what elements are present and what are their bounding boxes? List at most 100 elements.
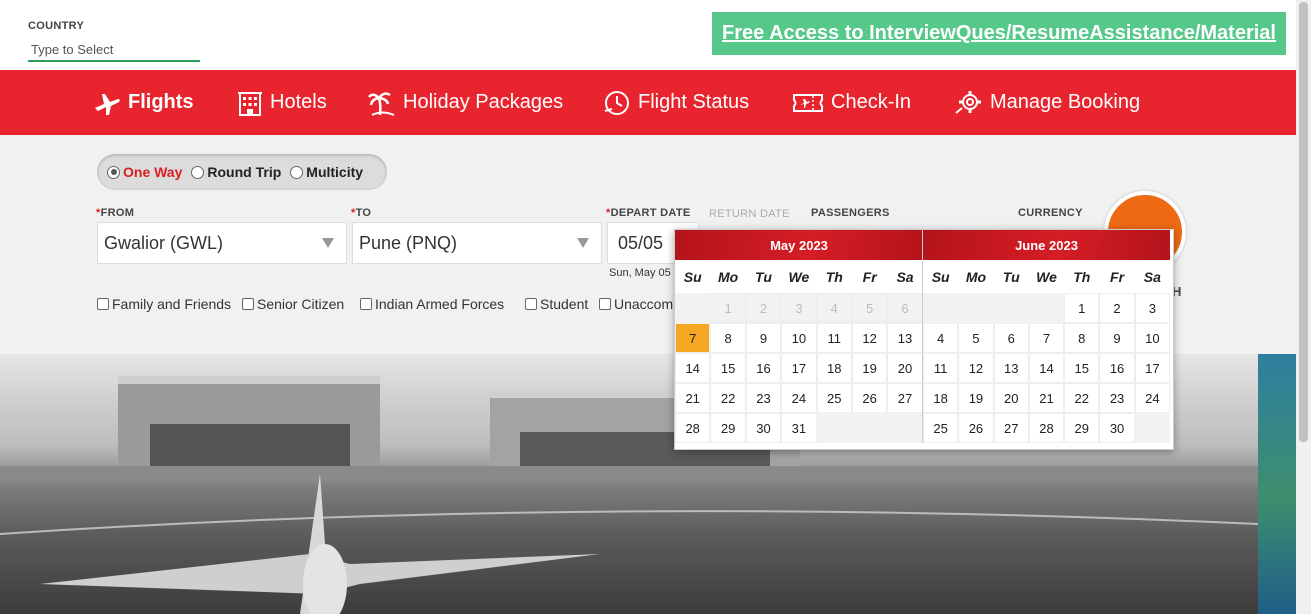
- calendar-day[interactable]: 21: [1028, 383, 1065, 413]
- nav-hotels[interactable]: Hotels: [237, 70, 327, 135]
- calendar-day[interactable]: 12: [958, 353, 994, 383]
- calendar-day[interactable]: 28: [1028, 413, 1065, 443]
- nav-flights[interactable]: Flights: [93, 70, 194, 135]
- calendar-day[interactable]: 29: [710, 413, 746, 443]
- calendar-day[interactable]: 21: [675, 383, 711, 413]
- weekday-label: Tu: [1002, 268, 1020, 285]
- calendar-day[interactable]: 24: [1134, 383, 1170, 413]
- page-scrollbar[interactable]: [1296, 0, 1311, 614]
- calendar-day[interactable]: 4: [923, 323, 959, 353]
- country-input[interactable]: [28, 38, 200, 62]
- calendar-day[interactable]: 15: [1064, 353, 1100, 383]
- calendar-day[interactable]: 11: [923, 353, 959, 383]
- calendar-month-may: May 2023 Su Mo Tu We Th Fr Sa 1 2 3 4 5 6 7 8 9 10 11 12 1…: [675, 230, 923, 443]
- calendar-day[interactable]: 30: [1099, 413, 1135, 443]
- calendar-day[interactable]: 12: [851, 323, 888, 353]
- calendar-day[interactable]: 19: [851, 353, 888, 383]
- check-student-label: Student: [540, 296, 589, 312]
- calendar-day[interactable]: 20: [993, 383, 1029, 413]
- calendar-day[interactable]: 22: [710, 383, 746, 413]
- weekday-label: Sa: [1143, 268, 1161, 285]
- scrollbar-thumb[interactable]: [1299, 2, 1308, 442]
- calendar-day[interactable]: 9: [745, 323, 782, 353]
- nav-label: Hotels: [270, 91, 327, 113]
- nav-holiday-packages[interactable]: Holiday Packages: [368, 70, 563, 135]
- calendar-day[interactable]: 25: [923, 413, 959, 443]
- calendar-day[interactable]: 14: [675, 353, 711, 383]
- trip-multicity[interactable]: Multicity: [290, 164, 363, 180]
- calendar-empty-cell: [958, 293, 994, 323]
- calendar-day[interactable]: 26: [851, 383, 888, 413]
- calendar-day[interactable]: 8: [710, 323, 746, 353]
- calendar-day[interactable]: 30: [745, 413, 782, 443]
- calendar-day[interactable]: 29: [1064, 413, 1100, 443]
- calendar-day[interactable]: 15: [710, 353, 746, 383]
- check-student[interactable]: Student: [525, 296, 588, 312]
- calendar-week: 28 29 30 31: [675, 413, 923, 443]
- trip-round-trip[interactable]: Round Trip: [191, 164, 281, 180]
- trip-one-way[interactable]: One Way: [107, 164, 182, 180]
- calendar-day[interactable]: 28: [675, 413, 711, 443]
- radio-icon: [290, 165, 304, 179]
- calendar-day[interactable]: 2: [1099, 293, 1135, 323]
- nav-label: Flight Status: [638, 91, 750, 113]
- calendar-day[interactable]: 20: [887, 353, 923, 383]
- nav-check-in[interactable]: Check-In: [792, 70, 911, 135]
- nav-label: Holiday Packages: [403, 91, 564, 113]
- calendar-day[interactable]: 26: [958, 413, 994, 443]
- check-senior-label: Senior Citizen: [257, 296, 345, 312]
- calendar-empty-cell: [816, 413, 852, 443]
- calendar-day[interactable]: 16: [1099, 353, 1135, 383]
- promo-link[interactable]: Free Access to InterviewQues/ResumeAssis…: [722, 22, 1276, 45]
- calendar-day[interactable]: 23: [745, 383, 782, 413]
- weekday-label: Th: [825, 268, 843, 285]
- calendar-day[interactable]: 3: [1134, 293, 1170, 323]
- calendar-day[interactable]: 19: [958, 383, 994, 413]
- calendar-day[interactable]: 6: [993, 323, 1029, 353]
- calendar-day[interactable]: 10: [1134, 323, 1170, 353]
- calendar-day[interactable]: 27: [993, 413, 1029, 443]
- calendar-day[interactable]: 31: [781, 413, 817, 443]
- from-select[interactable]: Gwalior (GWL): [97, 222, 347, 264]
- return-label: RETURN DATE: [709, 208, 790, 220]
- calendar-day[interactable]: 11: [816, 323, 852, 353]
- check-senior-citizen[interactable]: Senior Citizen: [242, 296, 344, 312]
- calendar-day[interactable]: 13: [993, 353, 1029, 383]
- calendar-day[interactable]: 18: [923, 383, 959, 413]
- calendar-day[interactable]: 23: [1099, 383, 1135, 413]
- calendar-week: 25 26 27 28 29 30: [923, 413, 1170, 443]
- calendar-day[interactable]: 5: [958, 323, 994, 353]
- calendar-empty-cell: [1028, 293, 1065, 323]
- calendar-day[interactable]: 10: [781, 323, 817, 353]
- calendar-day[interactable]: 16: [745, 353, 782, 383]
- check-family-friends[interactable]: Family and Friends: [97, 296, 231, 312]
- calendar-day[interactable]: 24: [781, 383, 817, 413]
- calendar-week: 4 5 6 7 8 9 10: [923, 323, 1170, 353]
- weekday-label: Su: [683, 268, 702, 285]
- calendar-day[interactable]: 14: [1028, 353, 1065, 383]
- calendar-day-today[interactable]: 7: [675, 323, 711, 353]
- calendar-day[interactable]: 17: [781, 353, 817, 383]
- calendar-day[interactable]: 1: [1064, 293, 1100, 323]
- calendar-empty-cell: [851, 413, 888, 443]
- calendar-day-disabled: 1: [710, 293, 746, 323]
- calendar-day[interactable]: 8: [1064, 323, 1100, 353]
- nav-manage-booking[interactable]: Manage Booking: [955, 70, 1140, 135]
- promo-banner[interactable]: Free Access to InterviewQues/ResumeAssis…: [712, 12, 1286, 55]
- calendar-day[interactable]: 27: [887, 383, 923, 413]
- calendar-day[interactable]: 18: [816, 353, 852, 383]
- calendar-day[interactable]: 9: [1099, 323, 1135, 353]
- check-armed-forces[interactable]: Indian Armed Forces: [360, 296, 504, 312]
- calendar-day[interactable]: 7: [1028, 323, 1065, 353]
- check-unaccompanied[interactable]: Unaccom: [599, 296, 673, 312]
- nav-flight-status[interactable]: Flight Status: [603, 70, 749, 135]
- calendar-day[interactable]: 22: [1064, 383, 1100, 413]
- to-value: Pune (PNQ): [359, 232, 458, 253]
- weekday-header: Su Mo Tu We Th Fr Sa: [923, 260, 1170, 293]
- calendar-day[interactable]: 25: [816, 383, 852, 413]
- to-select[interactable]: Pune (PNQ): [352, 222, 602, 264]
- calendar-week: 18 19 20 21 22 23 24: [923, 383, 1170, 413]
- calendar-day[interactable]: 17: [1134, 353, 1170, 383]
- calendar-day[interactable]: 13: [887, 323, 923, 353]
- radio-icon: [107, 165, 120, 179]
